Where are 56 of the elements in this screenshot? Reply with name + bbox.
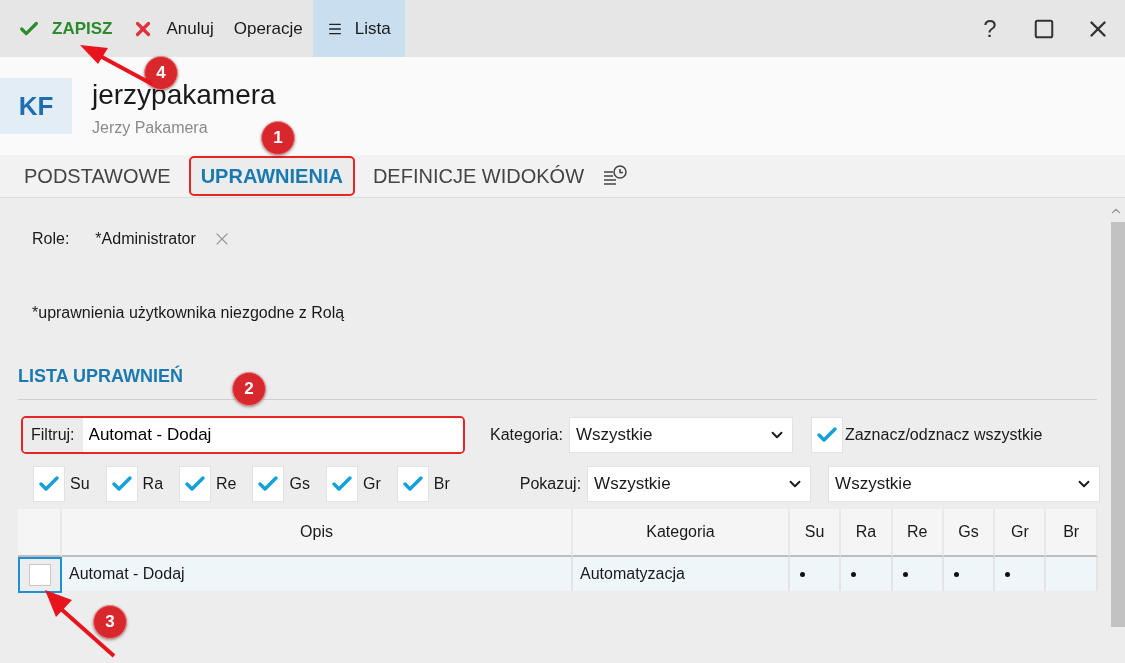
role-label: Role: xyxy=(32,230,70,248)
show-label: Pokazuj: xyxy=(519,475,582,493)
checkbox[interactable] xyxy=(810,417,843,453)
column-header: Ra xyxy=(841,509,893,557)
checkbox[interactable] xyxy=(325,466,358,502)
step-badge: 2 xyxy=(232,372,266,406)
help-button[interactable]: ? xyxy=(963,0,1017,57)
filter-dropdown[interactable]: Wszystkie xyxy=(828,466,1101,502)
checkbox[interactable] xyxy=(29,564,51,586)
checkbox-label: Ra xyxy=(142,475,164,493)
toolbar-button[interactable]: Anuluj xyxy=(122,0,224,57)
dot-icon xyxy=(851,571,857,577)
history-list-icon[interactable] xyxy=(602,164,628,188)
column-header: Br xyxy=(1046,509,1098,557)
dot-icon xyxy=(902,571,908,577)
user-full-name: Jerzy Pakamera xyxy=(92,119,209,137)
row-checkbox-cell[interactable] xyxy=(18,557,62,593)
checkbox[interactable] xyxy=(105,466,138,502)
checkbox-label: Su xyxy=(70,475,90,493)
toolbar-button[interactable]: Lista xyxy=(312,0,405,57)
role-value: *Administrator xyxy=(95,230,196,248)
header-cell xyxy=(18,509,62,557)
column-header: Su xyxy=(790,509,842,557)
column-header: Gr xyxy=(995,509,1047,557)
checkbox-label: Gr xyxy=(362,475,381,493)
checkbox[interactable] xyxy=(179,466,212,502)
category-dropdown[interactable]: Wszystkie xyxy=(568,417,793,453)
maximize-icon xyxy=(1033,17,1055,40)
column-header: Kategoria xyxy=(573,509,790,557)
filter-label: Filtruj: xyxy=(23,418,83,452)
dot-icon xyxy=(800,571,805,577)
toolbar-button[interactable]: Operacje xyxy=(223,0,313,57)
table-cell: Automatyzacja xyxy=(573,557,790,591)
show-dropdown[interactable]: Wszystkie xyxy=(587,466,812,502)
category-label: Kategoria: xyxy=(490,426,563,444)
checkbox-label: Gs xyxy=(289,475,310,493)
tab[interactable]: PODSTAWOWE xyxy=(12,156,183,196)
column-header: Re xyxy=(892,509,944,557)
tab[interactable]: DEFINICJE WIDOKÓW xyxy=(360,156,596,196)
info-note: *uprawnienia użytkownika niezgodne z Rolą xyxy=(31,304,346,322)
tab[interactable]: UPRAWNIENIA xyxy=(188,156,355,196)
dot-icon xyxy=(953,571,959,577)
column-header: Opis xyxy=(62,509,573,557)
filter-field[interactable]: Filtruj: Automat - Dodaj xyxy=(21,416,465,454)
dot-icon xyxy=(1005,571,1011,577)
checkbox[interactable] xyxy=(396,466,429,502)
checkbox[interactable] xyxy=(252,466,285,502)
column-header: Gs xyxy=(943,509,996,557)
avatar: KF xyxy=(0,78,72,134)
step-badge: 3 xyxy=(93,605,127,639)
toolbar-button[interactable]: ZAPISZ xyxy=(8,0,123,57)
checkbox-label: Zaznacz/odznacz wszystkie xyxy=(844,426,1043,444)
checkbox-label: Br xyxy=(433,475,450,493)
checkbox-label: Re xyxy=(216,475,237,493)
checkbox[interactable] xyxy=(33,466,65,502)
table-cell: Automat - Dodaj xyxy=(62,557,573,591)
